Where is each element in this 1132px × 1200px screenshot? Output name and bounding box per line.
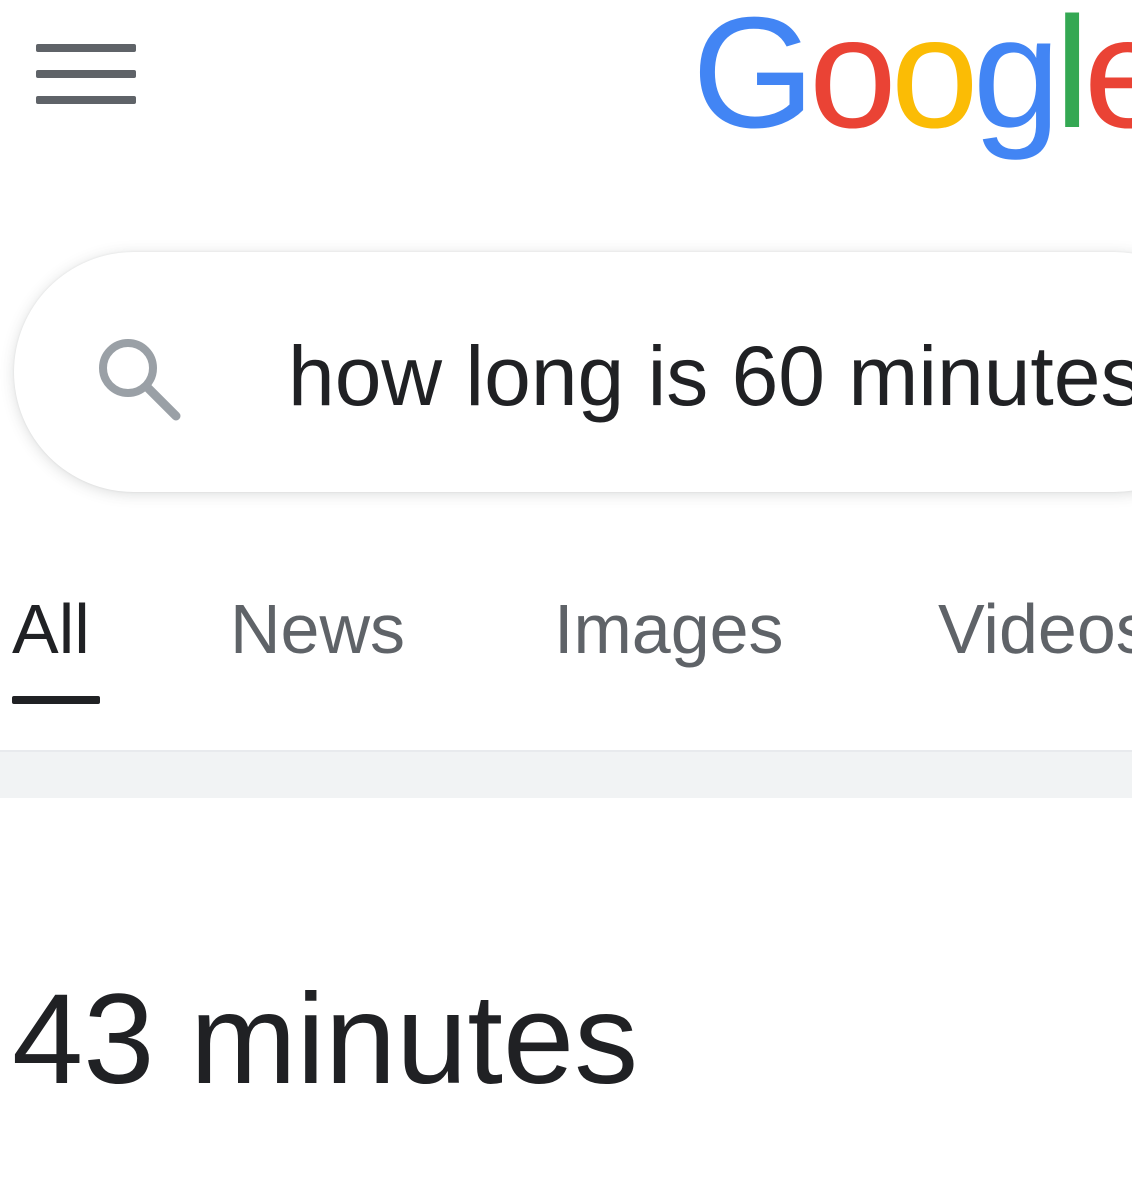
tab-videos[interactable]: Videos — [938, 584, 1132, 684]
tab-all[interactable]: All — [12, 584, 90, 684]
search-tabs: All News Images Videos — [0, 584, 1132, 724]
logo-letter: e — [1083, 0, 1132, 161]
hamburger-menu-icon[interactable] — [36, 40, 136, 112]
search-results-page: Google how long is 60 minutes All News I… — [0, 0, 1132, 1200]
search-input[interactable]: how long is 60 minutes — [288, 328, 1132, 424]
search-bar[interactable]: how long is 60 minutes — [14, 252, 1132, 492]
answer-text: 43 minutes — [12, 968, 639, 1111]
logo-letter: g — [972, 0, 1061, 161]
logo-letter: l — [1054, 0, 1090, 161]
logo-letter: G — [692, 0, 815, 161]
tab-news[interactable]: News — [230, 584, 405, 684]
active-tab-indicator — [12, 696, 100, 704]
menu-bar — [36, 44, 136, 52]
menu-bar — [36, 70, 136, 78]
search-icon[interactable] — [90, 330, 186, 426]
section-divider — [0, 750, 1132, 798]
tab-images[interactable]: Images — [554, 584, 784, 684]
logo-letter: o — [808, 0, 897, 161]
logo-letter: o — [890, 0, 979, 161]
menu-bar — [36, 96, 136, 104]
google-logo[interactable]: Google — [692, 0, 1132, 152]
